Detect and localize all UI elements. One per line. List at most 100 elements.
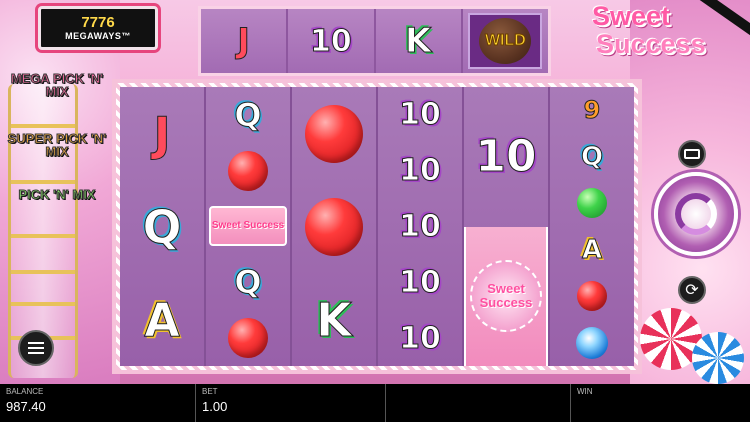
blue-gem-icon: [576, 326, 608, 359]
cash-button[interactable]: [678, 140, 706, 168]
candy-decoration: [692, 332, 744, 384]
reel-cell: [206, 310, 290, 366]
tube-rung: [11, 234, 75, 238]
reel-cell: Q: [206, 87, 290, 143]
win-section: WIN: [570, 384, 750, 422]
scatter-label: Sweet Success: [211, 220, 285, 232]
bet-section[interactable]: BET 1.00: [195, 384, 385, 422]
reel-cell: 10: [464, 87, 548, 227]
red-lollipop-icon: [228, 150, 268, 191]
symbol-q: Q: [142, 199, 182, 254]
super-pick-n-mix-label: SUPER PICK 'N' MIX: [7, 131, 107, 159]
reel-cell: Q: [206, 254, 290, 310]
game-logo: Sweet Success: [592, 2, 742, 80]
reel-4: 10 10 10 10 10: [378, 87, 464, 366]
top-reel-cell: 10: [288, 9, 376, 73]
reel-cell: Q: [550, 134, 634, 181]
top-reel-cell: K: [375, 9, 463, 73]
tube-rung: [11, 302, 75, 306]
symbol-a: A: [144, 292, 181, 347]
tube-rung: [11, 270, 75, 274]
autoplay-icon: ⟳: [685, 282, 699, 299]
balance-value: 987.40: [6, 399, 46, 414]
reel-grid: J Q A Q Sweet Success Q K 10 10 10 10 10…: [112, 79, 642, 374]
logo-line-1: Sweet: [592, 1, 671, 31]
cash-icon: [684, 149, 700, 159]
reel-cell: 10: [378, 254, 462, 310]
scatter-symbol: Sweet Success: [464, 226, 548, 366]
reel-2: Q Sweet Success Q: [206, 87, 292, 366]
reel-cell: K: [292, 273, 376, 366]
mega-pick-n-mix-label: MEGA PICK 'N' MIX: [10, 71, 104, 99]
empty-section: [385, 384, 570, 422]
logo-line-2: Success: [596, 29, 706, 59]
bet-value: 1.00: [202, 399, 228, 414]
balance-label: BALANCE: [6, 387, 44, 396]
symbol-a: A: [581, 234, 603, 265]
spin-icon: [675, 193, 717, 235]
symbol-10: 10: [310, 23, 353, 59]
symbol-10: 10: [399, 320, 442, 356]
reel-cell: [206, 143, 290, 199]
reel-cell: 10: [378, 143, 462, 199]
top-reel-cell: WILD: [462, 9, 548, 73]
reel-cell: [550, 320, 634, 367]
symbol-k: K: [404, 21, 432, 62]
reel-cell: [550, 180, 634, 227]
megaways-label: MEGAWAYS™: [65, 31, 131, 41]
sweet-success-disc-icon: Sweet Success: [470, 260, 542, 333]
megaways-count: 7776: [81, 14, 115, 31]
reel-cell: [550, 273, 634, 320]
bet-label: BET: [202, 387, 218, 396]
symbol-k: K: [316, 292, 353, 347]
reel-cell: A: [120, 273, 204, 366]
symbol-10: 10: [399, 97, 442, 133]
wild-symbol: WILD: [468, 13, 543, 69]
reel-cell: Q: [120, 180, 204, 273]
symbol-j: J: [237, 21, 251, 62]
reel-cell: J: [120, 87, 204, 180]
green-gem-icon: [577, 188, 607, 219]
reel-cell: 9: [550, 87, 634, 134]
scatter-label: Sweet Success: [479, 281, 533, 311]
reel-6: 9 Q A: [550, 87, 634, 366]
symbol-10: 10: [475, 131, 537, 183]
reel-3: K: [292, 87, 378, 366]
top-reel-cell: J: [201, 9, 289, 73]
top-reel: J 10 K WILD: [198, 6, 551, 76]
chocolate-donut-icon: WILD: [479, 18, 532, 64]
reel-5: 10 Sweet Success: [464, 87, 550, 366]
reel-cell: 10: [378, 199, 462, 255]
win-label: WIN: [577, 387, 593, 396]
wild-label: WILD: [484, 32, 526, 50]
red-lollipop-icon: [577, 281, 607, 312]
reel-cell: Sweet Success: [464, 226, 548, 366]
symbol-10: 10: [399, 208, 442, 244]
red-lollipop-icon: [228, 318, 268, 359]
pick-n-mix-label: PICK 'N' MIX: [18, 187, 96, 202]
symbol-10: 10: [399, 153, 442, 189]
megaways-badge: 7776 MEGAWAYS™: [38, 6, 158, 50]
reel-cell: [292, 180, 376, 273]
menu-icon: [28, 342, 44, 354]
tube-rung: [11, 124, 75, 128]
balance-section: BALANCE 987.40: [0, 384, 195, 422]
reel-cell: [292, 87, 376, 180]
reel-cell: Sweet Success: [206, 199, 290, 255]
symbol-q: Q: [580, 141, 604, 172]
red-lollipop-icon: [305, 197, 363, 256]
bottom-bar: BALANCE 987.40 BET 1.00 WIN: [0, 384, 750, 422]
reel-cell: A: [550, 227, 634, 274]
symbol-10: 10: [399, 264, 442, 300]
tube-rung: [11, 180, 75, 184]
reel-1: J Q A: [120, 87, 206, 366]
symbol-q: Q: [234, 95, 262, 134]
autoplay-button[interactable]: ⟳: [678, 276, 706, 304]
symbol-j: J: [153, 106, 171, 161]
red-lollipop-icon: [305, 104, 363, 163]
reel-cell: 10: [378, 310, 462, 366]
spin-button[interactable]: [654, 172, 738, 256]
reel-cell: 10: [378, 87, 462, 143]
menu-button[interactable]: [18, 330, 54, 366]
symbol-q: Q: [234, 263, 262, 302]
